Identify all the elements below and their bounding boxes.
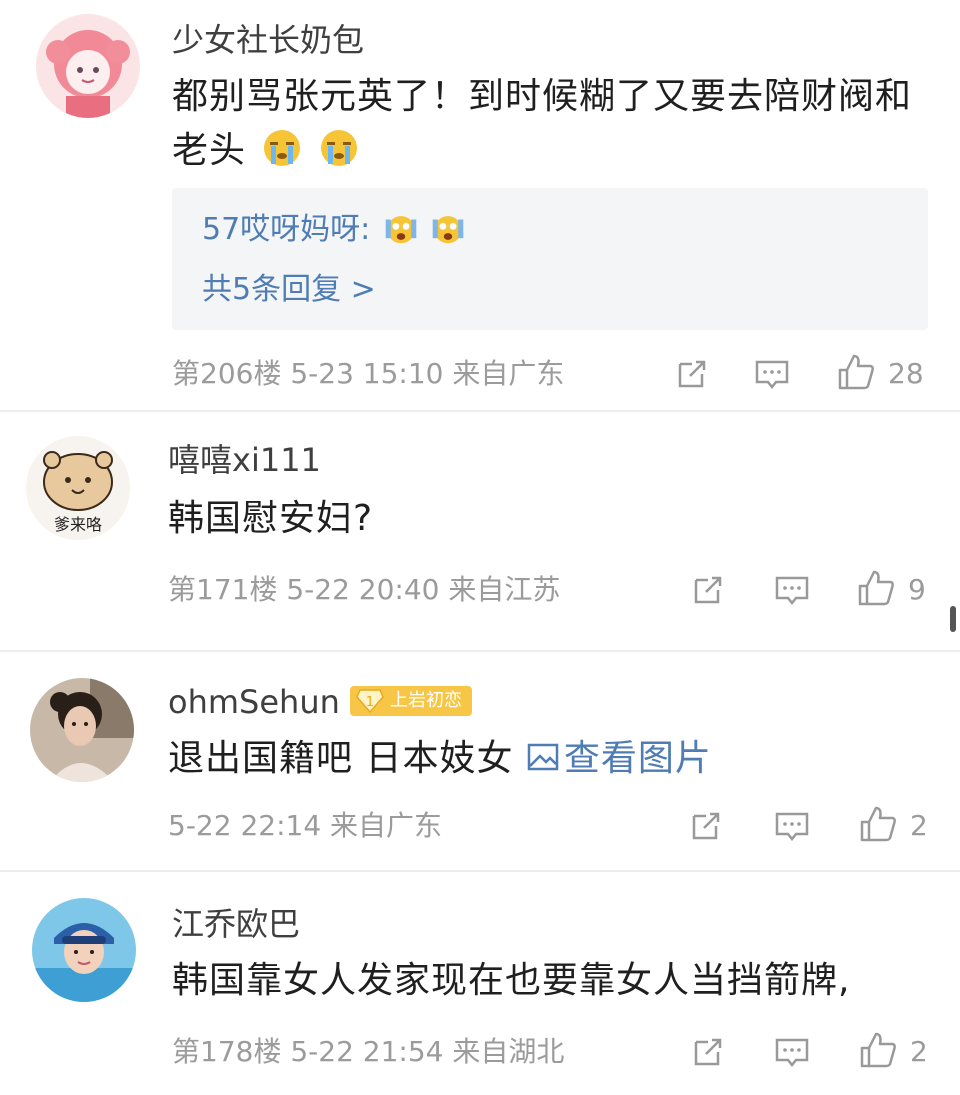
reply-preview-box[interactable]: 57哎呀妈呀: 共5条回复 >: [172, 188, 928, 330]
timestamp: 5-22 20:40: [286, 573, 440, 606]
location: 来自湖北: [452, 1035, 565, 1068]
comment-icon: [775, 812, 809, 842]
comment-icon: [755, 360, 789, 390]
avatar[interactable]: [30, 678, 134, 782]
view-image-link[interactable]: 查看图片: [526, 738, 712, 779]
comment-text: 韩国慰安妇?: [168, 498, 374, 539]
comment-2: 爹来咯 嘻嘻xi111 韩国慰安妇? 第171楼 5-22 20:40 来自江苏…: [0, 412, 960, 632]
screaming-face-icon: [385, 216, 417, 244]
share-button[interactable]: [672, 354, 712, 394]
thumbs-up-icon: [860, 1032, 896, 1068]
comment-text: 韩国靠女人发家现在也要靠女人当挡箭牌,: [172, 960, 851, 1001]
username[interactable]: 江乔欧巴: [172, 904, 300, 944]
comment-meta: 第178楼 5-22 21:54 来自湖北: [172, 1034, 564, 1070]
comment-meta: 第206楼 5-23 15:10 来自广东: [172, 356, 564, 392]
location: 来自广东: [330, 809, 443, 842]
like-button[interactable]: [858, 1030, 898, 1070]
thumbs-up-icon: [858, 570, 894, 606]
comment-text: 退出国籍吧 日本妓女 查看图片: [168, 732, 712, 786]
share-icon: [678, 360, 706, 388]
comment-meta: 第171楼 5-22 20:40 来自江苏: [168, 572, 560, 608]
reply-author[interactable]: 57哎呀妈呀:: [202, 212, 370, 247]
timestamp: 5-23 15:10: [290, 357, 444, 390]
share-button[interactable]: [688, 1032, 728, 1072]
username[interactable]: 嘻嘻xi111: [168, 440, 321, 480]
svg-text:1: 1: [366, 695, 374, 710]
avatar[interactable]: [36, 14, 140, 118]
share-icon: [694, 576, 722, 604]
diamond-icon: 1: [356, 689, 384, 714]
reply-preview-line: 57哎呀妈呀:: [202, 210, 465, 250]
like-count: 2: [910, 809, 928, 842]
location: 来自江苏: [448, 573, 561, 606]
badge-label: 上岩初恋: [390, 690, 462, 711]
comment-icon: [775, 1038, 809, 1068]
share-icon: [692, 812, 720, 840]
reply-button[interactable]: [772, 806, 812, 846]
more-replies-link[interactable]: 共5条回复 >: [202, 270, 376, 310]
location: 来自广东: [452, 357, 565, 390]
share-button[interactable]: [688, 570, 728, 610]
crying-face-icon: [264, 130, 301, 166]
floor-number: 第171楼: [168, 573, 278, 606]
like-button[interactable]: [858, 804, 898, 844]
comment-text-line-2-content: 老头: [172, 130, 247, 171]
thumbs-up-icon: [838, 354, 874, 390]
reply-button[interactable]: [772, 1032, 812, 1072]
comment-text-content: 退出国籍吧 日本妓女: [168, 738, 514, 779]
scrollbar-thumb[interactable]: [950, 606, 956, 632]
comment-meta: 5-22 22:14 来自广东: [168, 808, 442, 844]
comment-text-line-1: 都别骂张元英了！到时候糊了又要去陪财阀和: [172, 76, 913, 117]
view-image-label: 查看图片: [563, 738, 712, 779]
username[interactable]: ohmSehun: [168, 682, 340, 722]
like-count: 2: [910, 1035, 928, 1068]
avatar[interactable]: 爹来咯: [26, 436, 130, 540]
crying-face-icon: [320, 130, 357, 166]
reply-button[interactable]: [752, 354, 792, 394]
fan-badge[interactable]: 1 上岩初恋: [350, 686, 472, 716]
avatar[interactable]: [32, 898, 136, 1002]
image-icon: [527, 743, 559, 771]
like-count: 9: [908, 573, 926, 606]
reply-button[interactable]: [772, 570, 812, 610]
floor-number: 第206楼: [172, 357, 282, 390]
comment-text-line-2: 老头: [172, 124, 359, 178]
share-button[interactable]: [686, 806, 726, 846]
like-button[interactable]: [856, 568, 896, 608]
comment-icon: [775, 576, 809, 606]
timestamp: 5-22 22:14: [168, 809, 322, 842]
username[interactable]: 少女社长奶包: [172, 20, 364, 60]
share-icon: [694, 1038, 722, 1066]
comment-4: 江乔欧巴 韩国靠女人发家现在也要靠女人当挡箭牌, 第178楼 5-22 21:5…: [0, 872, 960, 1095]
like-count: 28: [888, 357, 924, 390]
floor-number: 第178楼: [172, 1035, 282, 1068]
comment-1: 少女社长奶包 都别骂张元英了！到时候糊了又要去陪财阀和 老头 57哎呀妈呀: 共…: [0, 0, 960, 410]
avatar-caption: 爹来咯: [54, 515, 102, 534]
screaming-face-icon: [433, 216, 464, 244]
thumbs-up-icon: [860, 806, 896, 842]
like-button[interactable]: [836, 352, 876, 392]
comment-3: ohmSehun 1 上岩初恋 退出国籍吧 日本妓女 查看图片 5-22 22:…: [0, 652, 960, 870]
timestamp: 5-22 21:54: [290, 1035, 444, 1068]
